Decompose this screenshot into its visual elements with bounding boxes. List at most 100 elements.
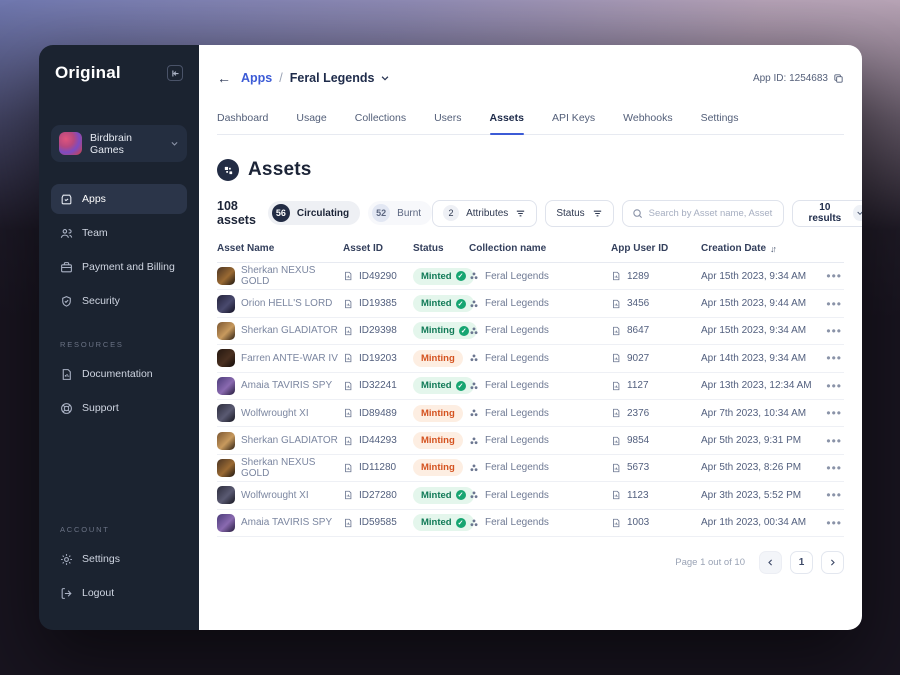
table-row[interactable]: Orion HELL'S LORD ID19385 Minted ✓ Feral…: [217, 290, 844, 318]
app-logo: Original: [55, 63, 121, 82]
tab-users[interactable]: Users: [434, 112, 461, 134]
collection-name: Feral Legends: [485, 270, 549, 282]
row-menu-icon[interactable]: •••: [826, 269, 844, 283]
tab-api-keys[interactable]: API Keys: [552, 112, 595, 134]
file-icon: [343, 353, 353, 363]
burnt-count: 52: [372, 204, 391, 222]
collection-icon: [469, 353, 479, 363]
file-icon: [343, 381, 353, 391]
tab-webhooks[interactable]: Webhooks: [623, 112, 672, 134]
file-icon: [343, 490, 353, 500]
apps-icon: [60, 193, 73, 206]
tab-dashboard[interactable]: Dashboard: [217, 112, 268, 134]
app-user-id: 5673: [627, 462, 650, 474]
asset-avatar: [217, 458, 235, 477]
table-row[interactable]: Sherkan NEXUS GOLD ID49290 Minted ✓ Fera…: [217, 263, 844, 291]
table-body: Sherkan NEXUS GOLD ID49290 Minted ✓ Fera…: [217, 263, 844, 537]
file-icon: [611, 518, 621, 528]
table-row[interactable]: Amaia TAVIRIS SPY ID32241 Minted ✓ Feral…: [217, 373, 844, 400]
row-menu-icon[interactable]: •••: [826, 488, 844, 502]
resources-section-label: RESOURCES: [60, 340, 124, 349]
status-label: Minted: [421, 298, 452, 310]
creation-date: Apr 5th 2023, 9:31 PM: [701, 435, 802, 447]
status-badge: Minted ✓: [413, 295, 474, 313]
file-icon: [611, 490, 621, 500]
next-page-button[interactable]: [821, 550, 844, 574]
sidebar-account: Settings Logout: [51, 544, 187, 608]
table-row[interactable]: Sherkan NEXUS GOLD ID11280 Minting Feral…: [217, 455, 844, 483]
asset-name: Sherkan GLADIATOR: [241, 325, 338, 337]
status-badge: Minting ✓: [413, 322, 477, 340]
row-menu-icon[interactable]: •••: [826, 516, 844, 530]
back-arrow-icon[interactable]: ←: [217, 71, 231, 85]
status-label: Minted: [421, 270, 452, 282]
sidebar-item-settings[interactable]: Settings: [51, 544, 187, 574]
creation-date: Apr 13th 2023, 12:34 AM: [701, 380, 812, 392]
prev-page-button[interactable]: [759, 550, 782, 574]
row-menu-icon[interactable]: •••: [826, 406, 844, 420]
breadcrumb-apps-link[interactable]: Apps: [241, 71, 272, 85]
sidebar-item-security[interactable]: Security: [51, 286, 187, 316]
sidebar-collapse-icon[interactable]: [167, 65, 183, 81]
sidebar-resources: Documentation Support: [51, 359, 187, 423]
status-label: Minting: [421, 325, 455, 337]
creation-date: Apr 1th 2023, 00:34 AM: [701, 517, 807, 529]
asset-avatar: [217, 431, 235, 450]
attributes-filter-label: Attributes: [466, 207, 509, 219]
file-icon: [611, 299, 621, 309]
sidebar-item-apps[interactable]: Apps: [51, 184, 187, 214]
row-menu-icon[interactable]: •••: [826, 379, 844, 393]
tab-collections[interactable]: Collections: [355, 112, 406, 134]
table-row[interactable]: Wolfwrought XI ID89489 Minting Feral Leg…: [217, 400, 844, 428]
creation-date: Apr 15th 2023, 9:34 AM: [701, 325, 807, 337]
sidebar-item-logout[interactable]: Logout: [51, 578, 187, 608]
tab-assets[interactable]: Assets: [489, 112, 525, 135]
table-row[interactable]: Farren ANTE-WAR IV ID19203 Minting Feral…: [217, 345, 844, 373]
attributes-filter-button[interactable]: 2 Attributes: [432, 199, 538, 227]
status-check-icon: ✓: [455, 298, 466, 309]
page-number-button[interactable]: 1: [790, 550, 813, 574]
collection-name: Feral Legends: [485, 380, 549, 392]
status-badge: Minted ✓: [413, 514, 474, 532]
row-menu-icon[interactable]: •••: [826, 461, 844, 475]
sidebar-item-documentation[interactable]: Documentation: [51, 359, 187, 389]
status-check-icon: ✓: [455, 490, 466, 501]
file-icon: [343, 326, 353, 336]
chevron-down-icon[interactable]: [380, 73, 390, 83]
table-row[interactable]: Sherkan GLADIATOR ID29398 Minting ✓ Fera…: [217, 318, 844, 346]
row-menu-icon[interactable]: •••: [826, 351, 844, 365]
table-row[interactable]: Wolfwrought XI ID27280 Minted ✓ Feral Le…: [217, 482, 844, 510]
circulating-label: Circulating: [296, 207, 350, 219]
file-icon: [611, 326, 621, 336]
app-user-id: 1123: [627, 489, 649, 501]
asset-id: ID49290: [359, 270, 397, 282]
status-label: Minting: [421, 435, 455, 447]
results-per-page-dropdown[interactable]: 10 results: [792, 199, 862, 227]
row-menu-icon[interactable]: •••: [826, 324, 844, 338]
sort-icon[interactable]: ↓↑: [770, 244, 777, 254]
status-badge: Minting: [413, 432, 463, 450]
org-selector[interactable]: Birdbrain Games: [51, 125, 187, 162]
file-icon: [611, 436, 621, 446]
copy-icon[interactable]: [833, 73, 844, 84]
search-input[interactable]: [648, 207, 775, 219]
column-header-asset-id: Asset ID: [343, 243, 384, 254]
row-menu-icon[interactable]: •••: [826, 434, 844, 448]
sidebar-item-team[interactable]: Team: [51, 218, 187, 248]
row-menu-icon[interactable]: •••: [826, 297, 844, 311]
table-row[interactable]: Amaia TAVIRIS SPY ID59585 Minted ✓ Feral…: [217, 510, 844, 537]
sidebar-item-payment[interactable]: Payment and Billing: [51, 252, 187, 282]
status-filter-button[interactable]: Status: [545, 199, 614, 227]
attributes-count-badge: 2: [443, 205, 460, 221]
sidebar-item-label: Logout: [82, 587, 115, 599]
asset-avatar: [217, 486, 235, 505]
table-row[interactable]: Sherkan GLADIATOR ID44293 Minting Feral …: [217, 427, 844, 455]
assets-icon: [217, 159, 239, 181]
tab-usage[interactable]: Usage: [296, 112, 326, 134]
app-user-id: 8647: [627, 325, 650, 337]
tab-settings[interactable]: Settings: [701, 112, 739, 134]
sidebar-item-support[interactable]: Support: [51, 393, 187, 423]
sidebar-item-label: Support: [82, 402, 119, 414]
file-icon: [343, 271, 353, 281]
collection-icon: [469, 271, 479, 281]
